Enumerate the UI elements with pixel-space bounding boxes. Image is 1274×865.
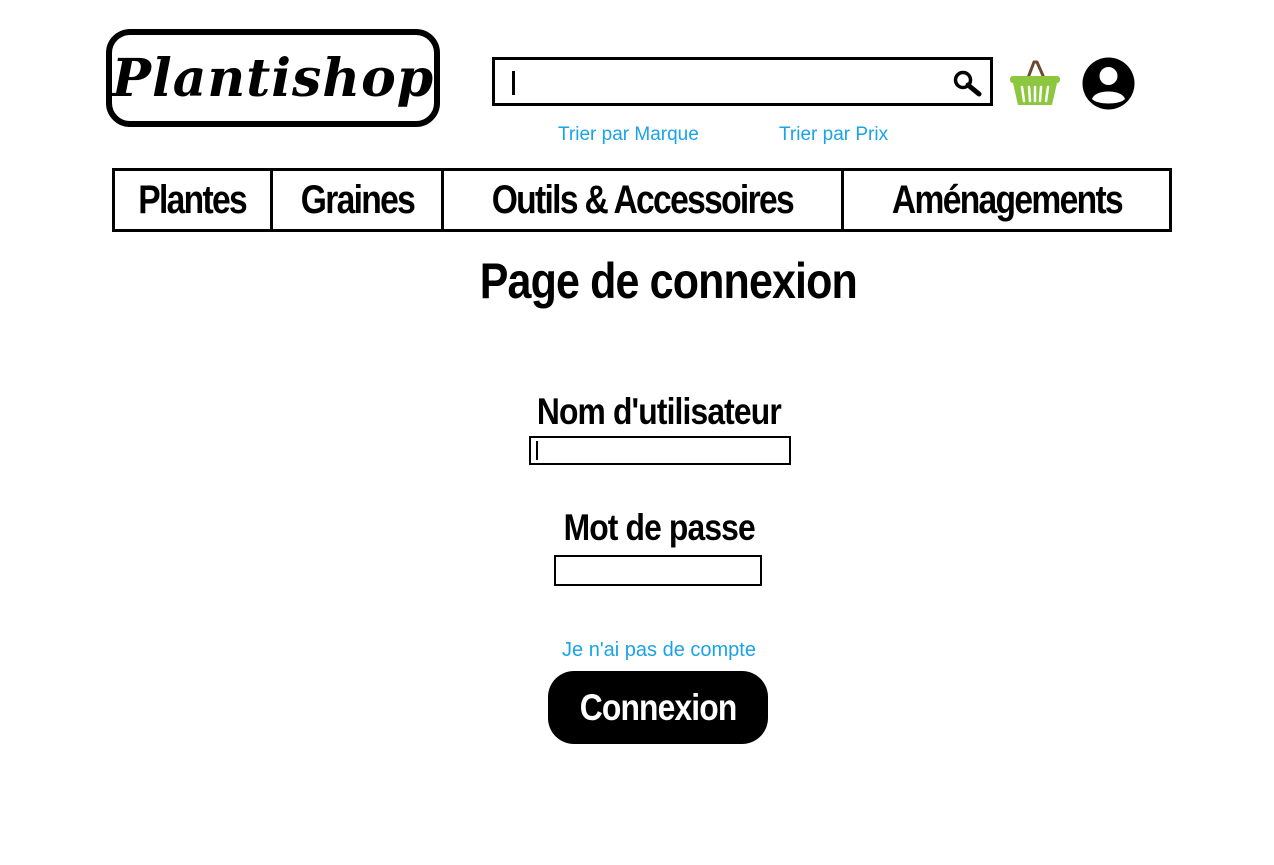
category-label: Plantes <box>138 177 248 222</box>
account-icon[interactable] <box>1081 55 1136 112</box>
username-label-text: Nom d'utilisateur <box>537 391 782 432</box>
username-label: Nom d'utilisateur <box>0 391 1274 433</box>
category-tab-graines[interactable]: Graines <box>270 171 441 229</box>
category-label: Outils & Accessoires <box>491 177 795 222</box>
password-field[interactable] <box>554 555 762 586</box>
category-tab-plantes[interactable]: Plantes <box>115 171 270 229</box>
category-tab-amenagements[interactable]: Aménagements <box>841 171 1169 229</box>
password-label: Mot de passe <box>0 507 1274 549</box>
login-button[interactable]: Connexion <box>548 671 768 744</box>
login-button-label: Connexion <box>579 686 738 728</box>
no-account-link[interactable]: Je n'ai pas de compte <box>0 639 1274 662</box>
search-input[interactable] <box>495 60 935 103</box>
category-label: Aménagements <box>891 177 1123 222</box>
category-nav: Plantes Graines Outils & Accessoires Amé… <box>112 168 1172 232</box>
basket-icon[interactable] <box>1008 58 1062 108</box>
category-tab-outils-accessoires[interactable]: Outils & Accessoires <box>441 171 841 229</box>
search-icon[interactable] <box>952 69 982 97</box>
search-bar <box>492 57 993 106</box>
page-title-text: Page de connexion <box>479 253 857 309</box>
logo-text: Plantishop <box>111 47 435 109</box>
sort-by-brand-link[interactable]: Trier par Marque <box>558 124 699 146</box>
page-title: Page de connexion <box>0 252 1274 310</box>
username-field[interactable] <box>529 436 791 465</box>
site-logo[interactable]: Plantishop <box>106 29 440 127</box>
category-label: Graines <box>300 177 415 222</box>
sort-by-price-link[interactable]: Trier par Prix <box>779 124 888 146</box>
password-label-text: Mot de passe <box>563 507 755 548</box>
text-cursor <box>512 71 515 95</box>
